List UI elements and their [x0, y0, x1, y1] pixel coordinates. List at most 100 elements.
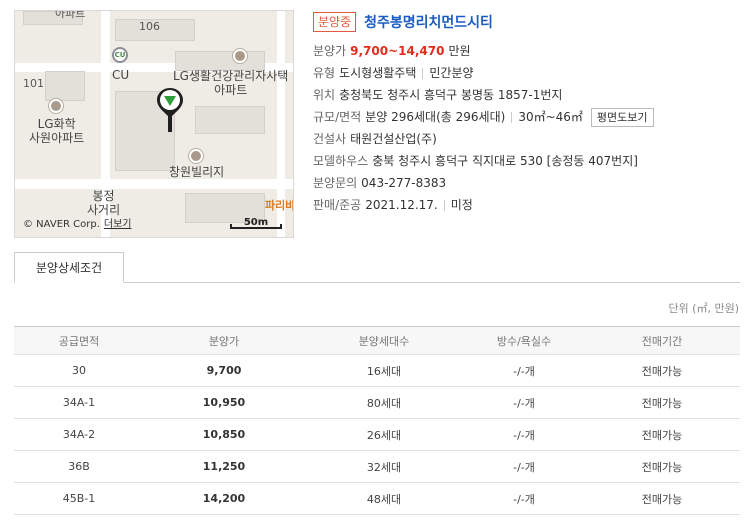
copyright-text: © NAVER Corp.	[23, 219, 100, 230]
status-badge: 분양중	[313, 12, 357, 32]
table-header-row: 공급면적 분양가 분양세대수 방수/욕실수 전매기간	[14, 326, 740, 355]
table-row: 36B 11,250 32세대 -/-개 전매가능	[14, 450, 740, 483]
type-row: 유형 도시형생활주택 민간분양	[313, 62, 743, 84]
location-key: 위치	[313, 88, 336, 102]
builder-key: 건설사	[313, 132, 347, 146]
map-label-paris: 파리바	[265, 199, 294, 212]
tab-sale-details[interactable]: 분양상세조건	[14, 252, 124, 283]
map-building	[195, 106, 265, 134]
divider	[443, 199, 445, 211]
resale-cell: 전매가능	[584, 386, 740, 419]
location-map[interactable]: 아파트 106 101 CU CU LG생활건강관리자사택 아파트 LG화학 사…	[14, 10, 294, 238]
map-label-101: 101	[23, 77, 44, 90]
map-label-lg-health: LG생활건강관리자사택 아파트	[173, 69, 288, 98]
table-row: 34A-1 10,950 80세대 -/-개 전매가능	[14, 386, 740, 419]
listing-title[interactable]: 청주봉명리치먼드시티	[364, 12, 493, 32]
unit-note: 단위 (㎡, 만원)	[668, 302, 739, 315]
scale-value: 분양 296세대(총 296세대)	[365, 110, 506, 124]
price-key: 분양가	[313, 44, 347, 58]
rooms-cell: -/-개	[464, 450, 584, 483]
listing-info: 분양중 청주봉명리치먼드시티 분양가 9,700~14,470 만원 유형 도시…	[313, 10, 743, 216]
units-cell: 80세대	[304, 386, 464, 419]
price-cell: 10,950	[144, 386, 304, 419]
map-label-lg-chem-text: LG화학 사원아파트	[29, 117, 85, 146]
modelhouse-key: 모델하우스	[313, 154, 369, 168]
map-label-106: 106	[139, 20, 160, 33]
scale-row: 규모/면적 분양 296세대(총 296세대) 30㎡~46㎡ 평면도보기	[313, 106, 743, 128]
column-header: 방수/욕실수	[464, 326, 584, 355]
map-building	[175, 51, 265, 71]
table-row: 45B-1 14,200 48세대 -/-개 전매가능	[14, 482, 740, 515]
price-cell: 10,850	[144, 418, 304, 451]
map-label-changwon: 창원빌리지	[169, 165, 225, 179]
units-cell: 16세대	[304, 354, 464, 387]
scale-key: 규모/면적	[313, 110, 362, 124]
inquiry-value: 043-277-8383	[361, 176, 447, 190]
inquiry-key: 분양문의	[313, 176, 358, 190]
map-label-cu: CU	[112, 68, 130, 82]
location-pin-icon[interactable]	[156, 86, 184, 134]
rooms-cell: -/-개	[464, 482, 584, 515]
map-label-lg-chem: LG화학 사원아파트	[29, 117, 84, 146]
resale-cell: 전매가능	[584, 450, 740, 483]
type-value: 도시형생활주택	[339, 66, 417, 80]
modelhouse-row: 모델하우스 충북 청주시 흥덕구 직지대로 530 [송정동 407번지]	[313, 150, 743, 172]
builder-value: 태원건설산업(주)	[350, 132, 437, 146]
map-label-lg-health-text: LG생활건강관리자사택 아파트	[173, 69, 289, 98]
modelhouse-value: 충북 청주시 흥덕구 직지대로 530 [송정동 407번지]	[372, 154, 638, 168]
map-label-bongjeong-text: 봉정 사거리	[87, 189, 121, 218]
map-scale-line	[230, 224, 282, 229]
inquiry-row: 분양문의 043-277-8383	[313, 172, 743, 194]
floorplan-button[interactable]: 평면도보기	[590, 107, 654, 127]
units-cell: 48세대	[304, 482, 464, 515]
map-road	[15, 179, 293, 189]
price-cell: 14,200	[144, 482, 304, 515]
price-cell: 9,700	[144, 354, 304, 387]
rooms-cell: -/-개	[464, 354, 584, 387]
supply-area-cell: 36B	[14, 450, 144, 483]
column-header: 분양세대수	[304, 326, 464, 355]
supply-area-cell: 34A-1	[14, 386, 144, 419]
sale-value-2: 미정	[450, 198, 473, 212]
sale-row: 판매/준공 2021.12.17. 미정	[313, 194, 743, 216]
apartment-poi-icon[interactable]	[233, 49, 247, 63]
divider	[511, 111, 513, 123]
sale-detail-table: 공급면적 분양가 분양세대수 방수/욕실수 전매기간 30 9,700 16세대…	[14, 326, 740, 515]
column-header: 전매기간	[584, 326, 740, 355]
price-row: 분양가 9,700~14,470 만원	[313, 40, 743, 62]
resale-cell: 전매가능	[584, 482, 740, 515]
map-label-bongjeong: 봉정 사거리	[87, 189, 120, 218]
map-copyright: © NAVER Corp. 더보기	[23, 215, 132, 230]
supply-area-cell: 30	[14, 354, 144, 387]
villa-poi-icon[interactable]	[189, 149, 203, 163]
resale-cell: 전매가능	[584, 354, 740, 387]
map-scale-bar: 50m	[230, 217, 282, 229]
column-header: 공급면적	[14, 326, 144, 355]
convenience-store-icon[interactable]: CU	[112, 47, 128, 63]
units-cell: 32세대	[304, 450, 464, 483]
price-unit: 만원	[448, 44, 471, 58]
rooms-cell: -/-개	[464, 386, 584, 419]
location-value: 충청북도 청주시 흥덕구 봉명동 1857-1번지	[339, 88, 563, 102]
supply-area-cell: 34A-2	[14, 418, 144, 451]
price-cell: 11,250	[144, 450, 304, 483]
price-value: 9,700~14,470	[350, 44, 445, 58]
column-header: 분양가	[144, 326, 304, 355]
type-value-2: 민간분양	[429, 66, 474, 80]
type-key: 유형	[313, 66, 336, 80]
location-row: 위치 충청북도 청주시 흥덕구 봉명동 1857-1번지	[313, 84, 743, 106]
units-cell: 26세대	[304, 418, 464, 451]
sale-key: 판매/준공	[313, 198, 362, 212]
rooms-cell: -/-개	[464, 418, 584, 451]
table-row: 30 9,700 16세대 -/-개 전매가능	[14, 354, 740, 387]
map-building	[45, 71, 85, 101]
resale-cell: 전매가능	[584, 418, 740, 451]
tab-bar: 분양상세조건	[14, 252, 740, 283]
supply-area-cell: 45B-1	[14, 482, 144, 515]
table-row: 34A-2 10,850 26세대 -/-개 전매가능	[14, 418, 740, 451]
builder-row: 건설사 태원건설산업(주)	[313, 128, 743, 150]
title-row: 분양중 청주봉명리치먼드시티	[313, 10, 743, 34]
apartment-poi-icon[interactable]	[49, 99, 63, 113]
divider	[422, 67, 424, 79]
map-more-link[interactable]: 더보기	[104, 219, 132, 230]
